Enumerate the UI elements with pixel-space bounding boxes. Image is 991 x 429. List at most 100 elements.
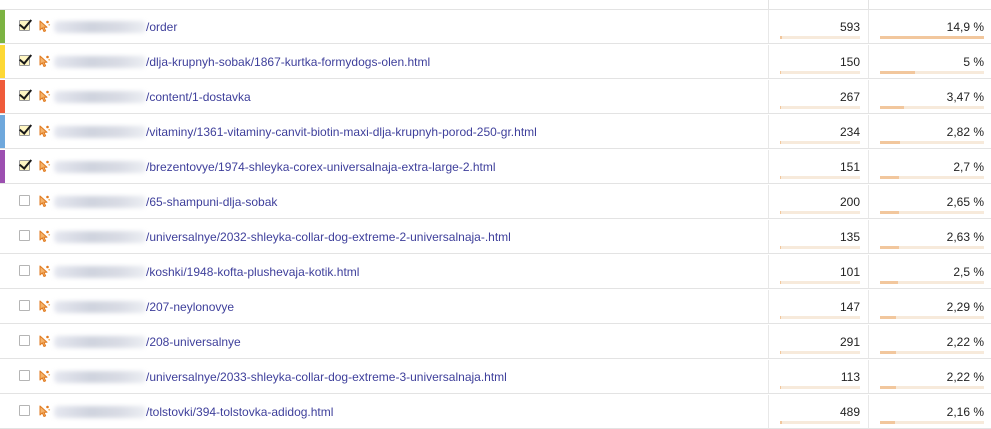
cursor-sparkle-icon[interactable] bbox=[37, 369, 51, 383]
share-percent: 3,47 % bbox=[946, 90, 984, 104]
column-divider bbox=[768, 255, 769, 288]
count-bar-track bbox=[780, 141, 860, 144]
column-divider bbox=[768, 150, 769, 183]
visits-count: 200 bbox=[839, 195, 860, 209]
share-percent: 2,7 % bbox=[953, 160, 984, 174]
percent-bar-track bbox=[880, 106, 984, 109]
blurred-domain bbox=[54, 21, 146, 33]
percent-bar-fill bbox=[880, 281, 898, 284]
url-path-link[interactable]: /universalnye/2032-shleyka-collar-dog-ex… bbox=[146, 230, 511, 244]
row-checkbox[interactable] bbox=[19, 125, 30, 136]
cursor-sparkle-icon[interactable] bbox=[37, 299, 51, 313]
table-row: /universalnye/2032-shleyka-collar-dog-ex… bbox=[0, 220, 991, 254]
row-checkbox[interactable] bbox=[19, 20, 30, 31]
visits-count: 151 bbox=[839, 160, 860, 174]
count-bar-fill bbox=[780, 246, 781, 249]
url-path-link[interactable]: /brezentovye/1974-shleyka-corex-universa… bbox=[146, 160, 496, 174]
column-divider bbox=[768, 360, 769, 393]
cursor-sparkle-icon[interactable] bbox=[37, 124, 51, 138]
column-divider bbox=[768, 220, 769, 253]
blurred-domain bbox=[54, 301, 146, 313]
row-checkbox[interactable] bbox=[19, 195, 30, 206]
url-path-link[interactable]: /207-neylonovye bbox=[146, 300, 234, 314]
column-divider bbox=[768, 45, 769, 78]
column-divider bbox=[868, 185, 869, 218]
blurred-domain bbox=[54, 266, 146, 278]
visits-count: 147 bbox=[839, 300, 860, 314]
url-path-link[interactable]: /koshki/1948-kofta-plushevaja-kotik.html bbox=[146, 265, 359, 279]
column-divider bbox=[868, 395, 869, 428]
share-percent: 2,5 % bbox=[953, 265, 984, 279]
row-checkbox[interactable] bbox=[19, 405, 30, 416]
percent-bar-track bbox=[880, 211, 984, 214]
url-path-link[interactable]: /65-shampuni-dlja-sobak bbox=[146, 195, 277, 209]
share-percent: 2,82 % bbox=[946, 125, 984, 139]
percent-bar-track bbox=[880, 316, 984, 319]
url-report-table: /order 593 14,9 % /dlja-krupnyh-sobak/18… bbox=[0, 0, 991, 429]
cursor-sparkle-icon[interactable] bbox=[37, 334, 51, 348]
cursor-sparkle-icon[interactable] bbox=[37, 159, 51, 173]
cursor-sparkle-icon[interactable] bbox=[37, 54, 51, 68]
percent-bar-fill bbox=[880, 71, 916, 74]
url-path-link[interactable]: /universalnye/2033-shleyka-collar-dog-ex… bbox=[146, 370, 507, 384]
column-divider bbox=[768, 115, 769, 148]
table-row: /koshki/1948-kofta-plushevaja-kotik.html… bbox=[0, 255, 991, 289]
blurred-domain bbox=[54, 56, 146, 68]
row-checkbox[interactable] bbox=[19, 370, 30, 381]
table-row: /vitaminy/1361-vitaminy-canvit-biotin-ma… bbox=[0, 115, 991, 149]
column-divider bbox=[768, 325, 769, 358]
row-checkbox[interactable] bbox=[19, 300, 30, 311]
column-divider bbox=[868, 255, 869, 288]
table-row: /order 593 14,9 % bbox=[0, 10, 991, 44]
url-path-link[interactable]: /content/1-dostavka bbox=[146, 90, 251, 104]
share-percent: 5 % bbox=[963, 55, 984, 69]
table-row: /65-shampuni-dlja-sobak 200 2,65 % bbox=[0, 185, 991, 219]
column-divider bbox=[868, 45, 869, 78]
url-path-link[interactable]: /order bbox=[146, 20, 177, 34]
cursor-sparkle-icon[interactable] bbox=[37, 19, 51, 33]
count-bar-track bbox=[780, 246, 860, 249]
cursor-sparkle-icon[interactable] bbox=[37, 89, 51, 103]
column-divider bbox=[768, 80, 769, 113]
row-checkbox[interactable] bbox=[19, 265, 30, 276]
count-bar-track bbox=[780, 176, 860, 179]
column-divider bbox=[868, 220, 869, 253]
row-checkbox[interactable] bbox=[19, 55, 30, 66]
row-checkbox[interactable] bbox=[19, 230, 30, 241]
table-row: /tolstovki/394-tolstovka-adidog.html 489… bbox=[0, 395, 991, 429]
cursor-sparkle-icon[interactable] bbox=[37, 229, 51, 243]
url-path-link[interactable]: /208-universalnye bbox=[146, 335, 241, 349]
share-percent: 2,63 % bbox=[946, 230, 984, 244]
percent-bar-fill bbox=[880, 106, 904, 109]
count-bar-track bbox=[780, 36, 860, 39]
count-bar-track bbox=[780, 71, 860, 74]
url-path-link[interactable]: /vitaminy/1361-vitaminy-canvit-biotin-ma… bbox=[146, 125, 537, 139]
row-checkbox[interactable] bbox=[19, 335, 30, 346]
column-divider bbox=[868, 115, 869, 148]
row-checkbox[interactable] bbox=[19, 160, 30, 171]
visits-count: 113 bbox=[840, 370, 860, 384]
count-bar-fill bbox=[780, 211, 781, 214]
visits-count: 489 bbox=[839, 405, 860, 419]
count-bar-track bbox=[780, 211, 860, 214]
cursor-sparkle-icon[interactable] bbox=[37, 264, 51, 278]
series-color-marker bbox=[0, 80, 5, 113]
row-checkbox[interactable] bbox=[19, 90, 30, 101]
count-bar-fill bbox=[780, 71, 781, 74]
url-path-link[interactable]: /tolstovki/394-tolstovka-adidog.html bbox=[146, 405, 333, 419]
percent-bar-track bbox=[880, 351, 984, 354]
cursor-sparkle-icon[interactable] bbox=[37, 404, 51, 418]
percent-bar-track bbox=[880, 71, 984, 74]
header-divider bbox=[768, 0, 769, 9]
share-percent: 2,22 % bbox=[946, 335, 984, 349]
visits-count: 291 bbox=[839, 335, 860, 349]
column-divider bbox=[768, 10, 769, 43]
table-row: /207-neylonovye 147 2,29 % bbox=[0, 290, 991, 324]
share-percent: 2,22 % bbox=[946, 370, 984, 384]
blurred-domain bbox=[54, 196, 146, 208]
url-path-link[interactable]: /dlja-krupnyh-sobak/1867-kurtka-formydog… bbox=[146, 55, 430, 69]
share-percent: 2,29 % bbox=[946, 300, 984, 314]
count-bar-fill bbox=[780, 351, 782, 354]
cursor-sparkle-icon[interactable] bbox=[37, 194, 51, 208]
series-color-marker bbox=[0, 115, 5, 148]
